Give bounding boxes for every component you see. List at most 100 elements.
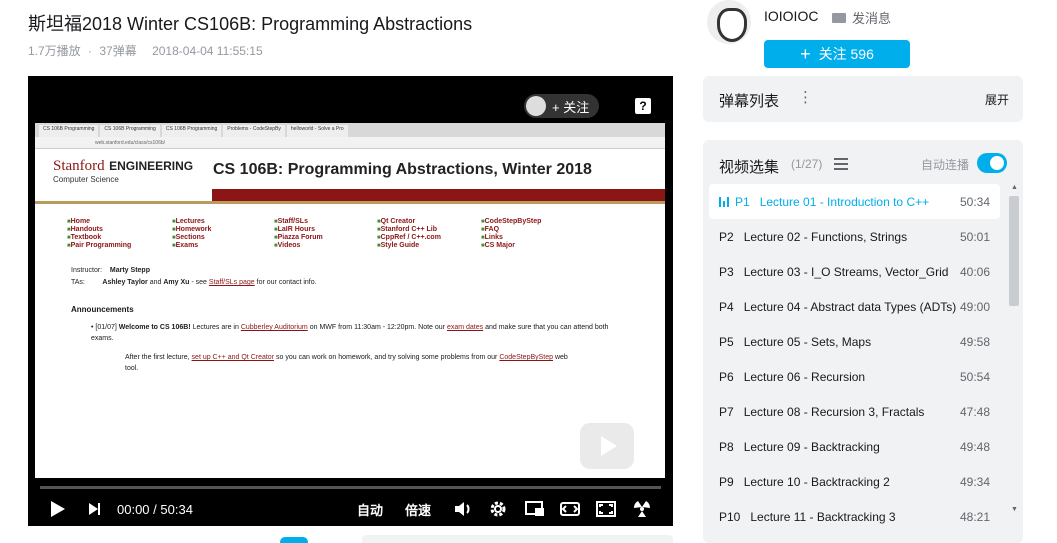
progress-bar[interactable] <box>40 486 661 489</box>
next-icon[interactable] <box>87 496 101 522</box>
course-nav-link: Handouts <box>67 226 172 233</box>
tas-see: - see <box>191 279 207 286</box>
tas-label: TAs: <box>71 279 85 286</box>
playlist-item[interactable]: P3 Lecture 03 - I_O Streams, Vector_Grid 4… <box>709 254 1000 289</box>
playlist-panel: 视频选集 (1/27) 自动连播 P1 Lecture 01 - Introduc… <box>703 140 1023 543</box>
staff-info: Instructor: Marty Stepp TAs: Ashley Tayl… <box>35 249 665 289</box>
playlist-item[interactable]: P1 Lecture 01 - Introduction to C++ 50:34 <box>709 184 1000 219</box>
big-play-icon[interactable] <box>580 423 634 469</box>
autoplay-toggle[interactable] <box>977 153 1007 173</box>
play-icon[interactable] <box>50 496 66 522</box>
player-follow-button[interactable]: + 关注 <box>524 94 600 118</box>
playlist-item[interactable]: P5 Lecture 05 - Sets, Maps 49:58 <box>709 324 1000 359</box>
playlist-item-duration: 47:48 <box>959 404 990 419</box>
player-follow-label: + 关注 <box>552 99 590 115</box>
engineering-logo: ENGINEERING <box>109 159 194 173</box>
time-separator: / <box>153 501 157 517</box>
playlist-title: 视频选集 <box>719 159 780 176</box>
mail-icon <box>832 12 846 23</box>
help-icon[interactable]: ? <box>635 98 651 114</box>
ta-name: Ashley Taylor <box>102 279 148 286</box>
video-title: 斯坦福2018 Winter CS106B: Programming Abstr… <box>28 14 473 34</box>
danmaku-toggle[interactable] <box>280 537 308 543</box>
announcement-link: Cubberley Auditorium <box>240 324 308 331</box>
playlist-item-duration: 50:34 <box>959 194 990 209</box>
volume-icon[interactable] <box>454 496 472 522</box>
send-message-label: 发消息 <box>852 11 892 26</box>
fullscreen-icon[interactable] <box>596 496 616 522</box>
playlist-items: P1 Lecture 01 - Introduction to C++ 50:34 P… <box>709 184 1000 534</box>
playlist-item-duration: 49:34 <box>959 474 990 489</box>
course-nav-link: Exams <box>172 242 274 249</box>
course-nav-link: Staff/SLs <box>274 218 377 225</box>
playlist-item[interactable]: P4 Lecture 04 - Abstract data Types (ADTs… <box>709 289 1000 324</box>
course-nav-link: CodeStepByStep <box>481 218 601 225</box>
playing-icon <box>719 196 729 207</box>
playlist-item[interactable]: P10 Lecture 11 - Backtracking 3 48:21 <box>709 499 1000 534</box>
follow-button[interactable]: + 关注 596 <box>764 40 910 68</box>
send-message-button[interactable]: 发消息 <box>832 8 891 27</box>
uploader-name[interactable]: IOIOIOC <box>764 8 818 24</box>
scroll-up-icon[interactable]: ▲ <box>1011 184 1018 191</box>
danmaku-count: 37弹幕 <box>99 44 137 58</box>
playlist-item-duration: 49:48 <box>959 439 990 454</box>
current-time: 00:00 <box>117 501 150 517</box>
playlist-item[interactable]: P6 Lecture 06 - Recursion 50:54 <box>709 359 1000 394</box>
course-nav-link: Style Guide <box>377 242 481 249</box>
playlist-item-part: P6 <box>719 369 734 384</box>
video-frame: CS 106B Programming CS 106B Programming CS… <box>35 123 665 478</box>
course-nav-link: Lectures <box>172 218 274 225</box>
plus-icon: + <box>800 44 811 64</box>
announcement-link: exam dates <box>446 324 484 331</box>
playlist-item[interactable]: P2 Lecture 02 - Functions, Strings 50:01 <box>709 219 1000 254</box>
playlist-item[interactable]: P8 Lecture 09 - Backtracking 49:48 <box>709 429 1000 464</box>
playlist-item-part: P5 <box>719 334 734 349</box>
widescreen-icon[interactable] <box>560 496 580 522</box>
red-banner <box>212 189 665 201</box>
danmaku-list-panel[interactable]: 弹幕列表 ⋮ 展开 <box>703 76 1023 122</box>
announcement-link: set up C++ and Qt Creator <box>191 354 275 361</box>
more-icon[interactable]: ⋮ <box>798 88 813 106</box>
playlist-item-duration: 49:00 <box>959 299 990 314</box>
playlist-item-part: P1 <box>735 194 750 209</box>
course-nav-link: Qt Creator <box>377 218 481 225</box>
playlist-item[interactable]: P9 Lecture 10 - Backtracking 2 49:34 <box>709 464 1000 499</box>
settings-icon[interactable] <box>489 496 507 522</box>
course-nav: HomeLecturesStaff/SLsQt CreatorCodeStepB… <box>35 204 665 249</box>
publish-date: 2018-04-04 11:55:15 <box>152 44 263 58</box>
playlist-item-part: P7 <box>719 404 734 419</box>
course-title: CS 106B: Programming Abstractions, Winte… <box>213 161 592 178</box>
radiation-icon[interactable] <box>632 496 652 522</box>
pip-icon[interactable] <box>525 496 545 522</box>
playlist-item-part: P8 <box>719 439 734 454</box>
announcements-heading: Announcements <box>71 305 134 314</box>
uploader-avatar[interactable] <box>707 0 751 44</box>
instructor-name: Marty Stepp <box>109 267 150 274</box>
playlist-count: (1/27) <box>791 157 823 171</box>
playlist-item-duration: 50:54 <box>959 369 990 384</box>
quality-button[interactable]: 自动 <box>357 496 383 522</box>
playlist-scrollbar[interactable] <box>1009 196 1019 306</box>
playlist-item-part: P3 <box>719 264 734 279</box>
list-view-icon[interactable] <box>834 158 848 170</box>
announcement-item: • [01/07] Welcome to CS 106B! Lectures a… <box>91 324 609 342</box>
danmaku-input[interactable] <box>362 535 673 543</box>
expand-button[interactable]: 展开 <box>985 91 1009 108</box>
browser-tab: CS 106B Programming <box>161 125 222 137</box>
browser-url-bar: web.stanford.edu/class/cs106b/ <box>35 137 665 149</box>
announcement-text: so you can work on homework, and try sol… <box>276 354 498 361</box>
total-time: 50:34 <box>160 501 193 517</box>
playlist-item-part: P9 <box>719 474 734 489</box>
playlist-item[interactable]: P7 Lecture 08 - Recursion 3, Fractals 47:4… <box>709 394 1000 429</box>
scroll-down-icon[interactable]: ▼ <box>1011 506 1018 513</box>
announcement-date: [01/07] <box>95 324 117 331</box>
autoplay-label: 自动连播 <box>921 158 970 172</box>
meta-separator: · <box>88 44 93 58</box>
staff-link: Staff/SLs page <box>208 279 255 286</box>
browser-tab: CS 106B Programming <box>100 125 160 137</box>
video-player[interactable]: + 关注 ? CS 106B Programming CS 106B Progra… <box>28 76 673 526</box>
player-controls: 00:00 / 50:34 自动 倍速 <box>28 496 673 522</box>
playlist-item-part: P4 <box>719 299 734 314</box>
speed-button[interactable]: 倍速 <box>405 496 431 522</box>
announcement-item: After the first lecture, set up C++ and … <box>35 344 665 374</box>
